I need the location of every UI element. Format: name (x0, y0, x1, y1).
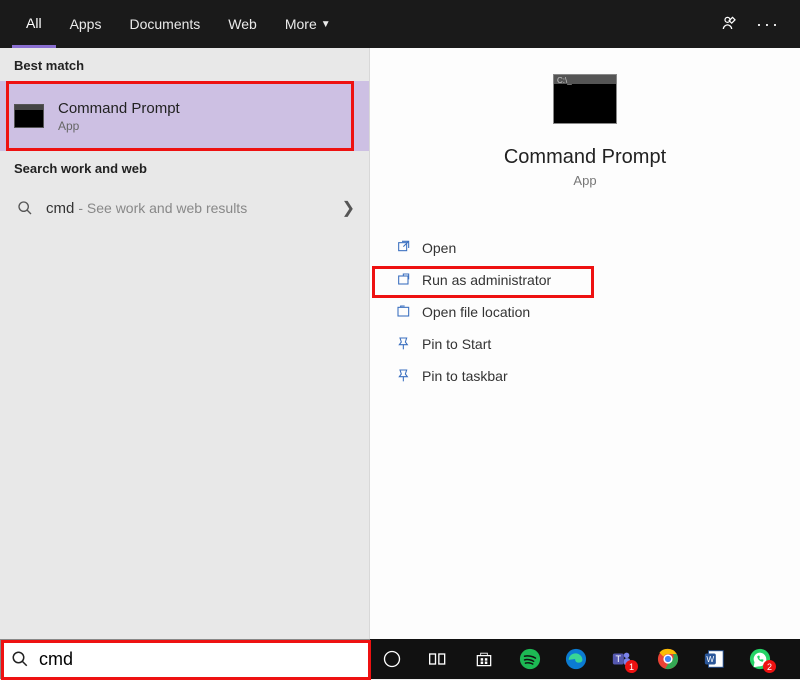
best-match-result[interactable]: Command Prompt App (0, 81, 369, 151)
word-icon[interactable]: W (702, 647, 726, 671)
tab-all[interactable]: All (12, 0, 56, 48)
search-icon (14, 200, 36, 216)
spotify-icon[interactable] (518, 647, 542, 671)
dropdown-caret-icon: ▼ (321, 19, 331, 30)
admin-shield-icon (396, 272, 422, 288)
tab-more[interactable]: More▼ (271, 0, 345, 48)
pin-icon (396, 368, 422, 384)
web-term: cmd (46, 200, 74, 217)
feedback-icon[interactable] (720, 14, 740, 34)
preview-subtitle: App (573, 173, 596, 188)
open-icon (396, 240, 422, 256)
svg-text:W: W (706, 655, 714, 664)
work-web-label: Search work and web (0, 151, 369, 184)
pin-icon (396, 336, 422, 352)
teams-icon[interactable]: T1 (610, 647, 634, 671)
taskbar: T1 W 2 (370, 639, 800, 679)
action-pin-start[interactable]: Pin to Start (386, 328, 784, 360)
action-open-location[interactable]: Open file location (386, 296, 784, 328)
preview-title: Command Prompt (504, 146, 666, 169)
result-title: Command Prompt (58, 100, 180, 117)
folder-icon (396, 304, 422, 320)
best-match-label: Best match (0, 48, 369, 81)
tab-documents[interactable]: Documents (115, 0, 214, 48)
more-options-icon[interactable]: ··· (756, 14, 780, 35)
microsoft-store-icon[interactable] (472, 647, 496, 671)
web-suffix: - See work and web results (78, 200, 247, 216)
svg-text:T: T (616, 654, 622, 664)
chrome-icon[interactable] (656, 647, 680, 671)
web-search-result[interactable]: cmd - See work and web results ❯ (0, 184, 369, 232)
notification-badge: 2 (763, 660, 776, 673)
tab-web[interactable]: Web (214, 0, 271, 48)
tab-apps[interactable]: Apps (56, 0, 116, 48)
actions-list: Open Run as administrator Open file loca… (370, 232, 800, 392)
results-panel: Best match Command Prompt App Search wor… (0, 48, 370, 639)
preview-panel: Command Prompt App Open Run as administr… (370, 48, 800, 639)
whatsapp-icon[interactable]: 2 (748, 647, 772, 671)
edge-icon[interactable] (564, 647, 588, 671)
chevron-right-icon[interactable]: ❯ (342, 198, 355, 218)
task-view-icon[interactable] (426, 647, 450, 671)
cortana-icon[interactable] (380, 647, 404, 671)
command-prompt-icon (553, 74, 617, 124)
result-subtitle: App (58, 119, 180, 133)
action-open[interactable]: Open (386, 232, 784, 264)
action-run-admin[interactable]: Run as administrator (386, 264, 784, 296)
command-prompt-icon (14, 104, 44, 128)
search-box[interactable] (0, 639, 370, 679)
search-icon (11, 650, 29, 668)
search-tabs-bar: All Apps Documents Web More▼ ··· (0, 0, 800, 48)
search-input[interactable] (39, 649, 359, 670)
action-pin-taskbar[interactable]: Pin to taskbar (386, 360, 784, 392)
notification-badge: 1 (625, 660, 638, 673)
